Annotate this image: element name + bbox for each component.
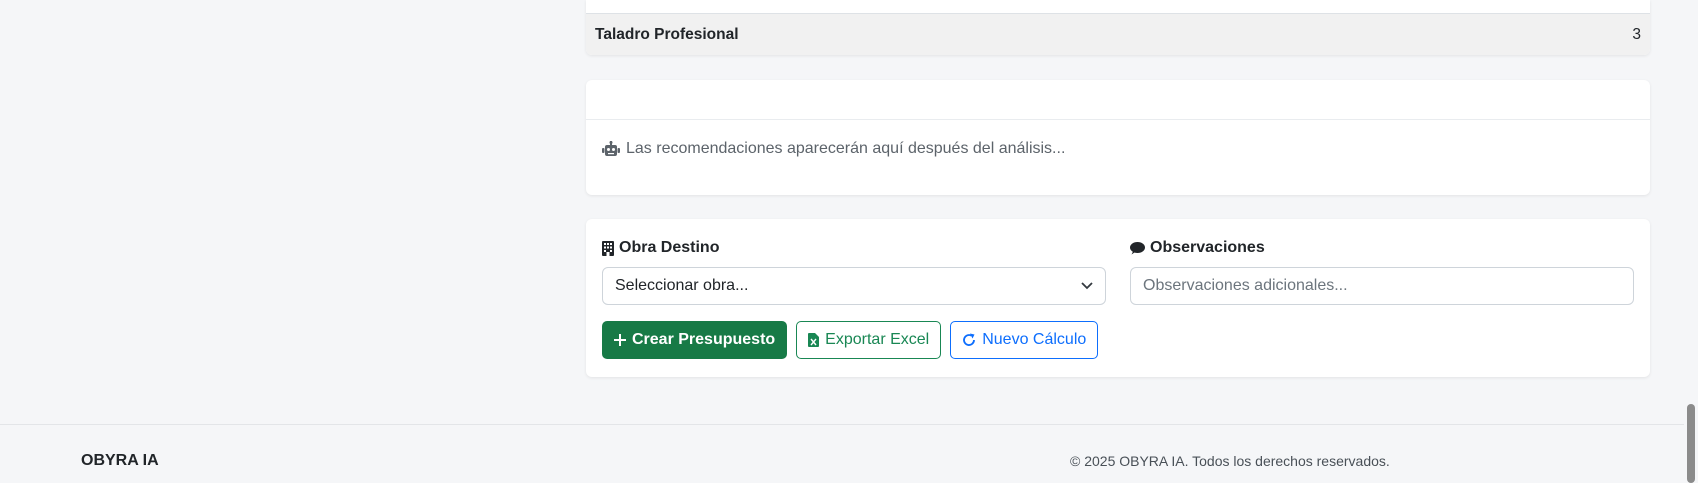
chevron-down-icon <box>1081 282 1093 290</box>
budget-form-card: Obra Destino Seleccionar obra... Observa… <box>586 219 1650 377</box>
equipment-quantity: 3 <box>1632 25 1641 43</box>
obra-field-group: Obra Destino Seleccionar obra... <box>602 239 1106 305</box>
create-budget-button[interactable]: Crear Presupuesto <box>602 321 788 359</box>
obra-select-value: Seleccionar obra... <box>615 277 749 294</box>
equipment-name: Taladro Profesional <box>595 25 739 43</box>
footer: OBYRA IA © 2025 OBYRA IA. Todos los dere… <box>0 424 1684 483</box>
scrollbar[interactable] <box>1684 0 1698 483</box>
observaciones-label: Observaciones <box>1130 239 1634 257</box>
scrollbar-thumb[interactable] <box>1687 404 1695 483</box>
building-icon <box>602 240 614 256</box>
file-excel-icon <box>808 333 820 347</box>
equipment-card: Taladro Profesional 3 <box>586 0 1650 55</box>
table-row: Taladro Profesional 3 <box>586 13 1650 55</box>
footer-copyright: © 2025 OBYRA IA. Todos los derechos rese… <box>1070 453 1390 469</box>
main-content: Taladro Profesional 3 Las recomendacione… <box>586 0 1650 377</box>
footer-brand: OBYRA IA <box>81 452 159 469</box>
refresh-icon <box>962 333 976 347</box>
comment-icon <box>1130 241 1145 255</box>
new-calculation-button[interactable]: Nuevo Cálculo <box>950 321 1099 359</box>
recommendations-placeholder: Las recomendaciones aparecerán aquí desp… <box>626 140 1066 157</box>
recommendations-body: Las recomendaciones aparecerán aquí desp… <box>586 120 1650 158</box>
recommendations-header <box>586 80 1650 120</box>
robot-icon <box>602 141 620 157</box>
recommendations-card: Las recomendaciones aparecerán aquí desp… <box>586 80 1650 195</box>
obra-label: Obra Destino <box>602 239 1106 257</box>
export-excel-button[interactable]: Exportar Excel <box>796 321 942 359</box>
plus-icon <box>614 334 626 346</box>
obra-select[interactable]: Seleccionar obra... <box>602 267 1106 305</box>
observaciones-input[interactable] <box>1130 267 1634 305</box>
observaciones-field-group: Observaciones <box>1130 239 1634 305</box>
